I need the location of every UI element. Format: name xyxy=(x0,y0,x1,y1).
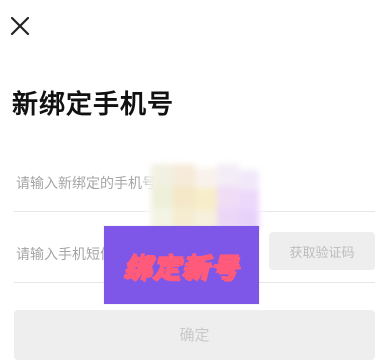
overlay-label: 绑定新号 xyxy=(123,252,240,284)
overlay-sticker: 绑定新号 xyxy=(104,226,259,304)
confirm-button[interactable]: 确定 xyxy=(14,310,375,360)
close-icon[interactable] xyxy=(7,13,33,39)
get-code-button[interactable]: 获取验证码 xyxy=(269,232,375,270)
page-title: 新绑定手机号 xyxy=(12,90,175,120)
